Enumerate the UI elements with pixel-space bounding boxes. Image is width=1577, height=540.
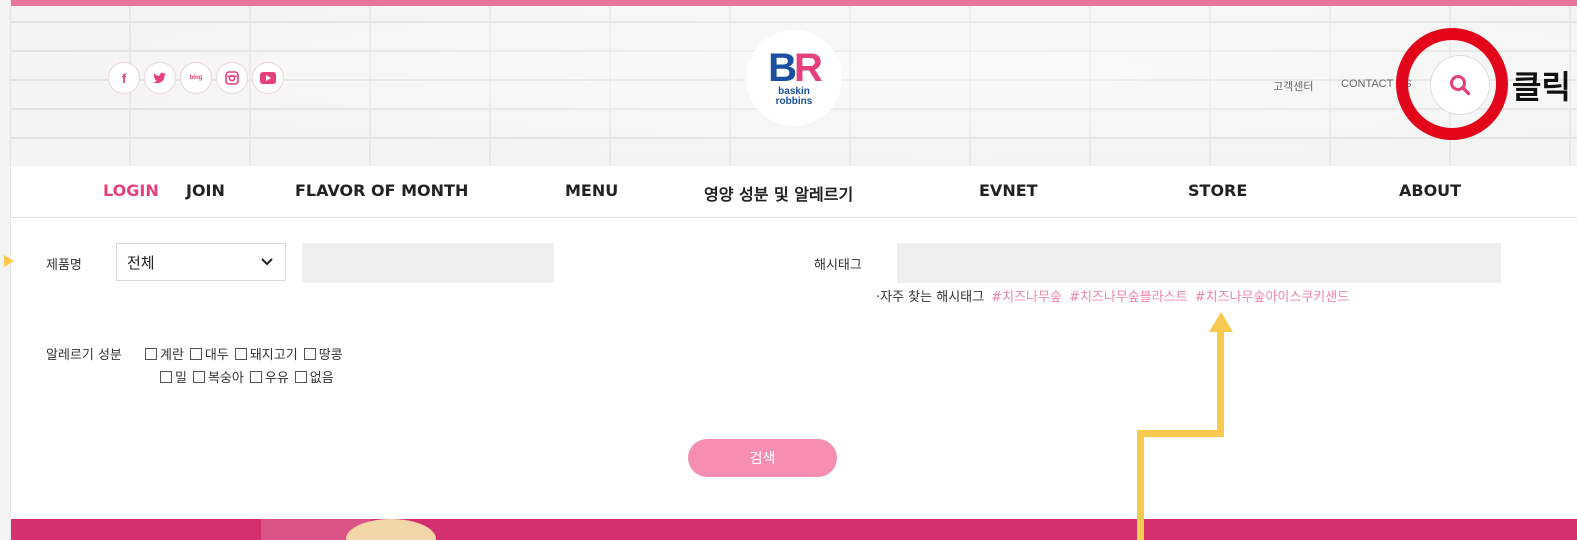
product-search-form: 제품명 전체 해시태그 ·자주 찾는 해시태그 #치즈나무숲 #치즈나무숲블라스…	[11, 218, 1577, 519]
hashtag-label: 해시태그	[814, 258, 862, 273]
twitter-icon[interactable]	[144, 62, 176, 94]
checkbox-label: 돼지고기	[249, 348, 298, 363]
youtube-icon[interactable]	[252, 62, 284, 94]
checkbox-label: 대두	[204, 348, 229, 363]
nav-nutrition-allergy[interactable]: 영양 성분 및 알레르기	[704, 181, 853, 205]
left-edge-panel	[0, 0, 11, 540]
allergy-label: 알레르기 성분	[46, 348, 122, 363]
highlight-circle-annotation	[1396, 28, 1508, 140]
arrow-annotation-line	[1137, 430, 1224, 437]
left-arrow-annotation	[4, 255, 14, 267]
instagram-camera-icon	[225, 71, 239, 85]
join-link[interactable]: JOIN	[186, 181, 225, 200]
checkbox-label: 땅콩	[318, 348, 343, 363]
checkbox-soybean[interactable]	[189, 347, 202, 360]
click-annotation-label: 클릭	[1512, 68, 1571, 106]
allergy-checkbox-row-1: 계란 대두 돼지고기 땅콩	[139, 344, 343, 363]
hashtag-link[interactable]: #치즈나무숲아이스쿠키샌드	[1195, 290, 1349, 305]
product-name-label: 제품명	[46, 258, 82, 273]
search-submit-button[interactable]: 검색	[688, 439, 837, 477]
checkbox-wheat[interactable]	[160, 370, 172, 383]
youtube-play-icon	[260, 72, 276, 84]
checkbox-pork[interactable]	[234, 347, 247, 360]
social-links: f blog	[108, 62, 284, 94]
twitter-bird-icon	[153, 72, 166, 84]
nav-event[interactable]: EVNET	[979, 181, 1038, 200]
checkbox-label: 밀	[175, 371, 187, 386]
baskin-robbins-logo[interactable]: BR baskin robbins	[746, 30, 842, 126]
checkbox-label: 계란	[160, 348, 184, 363]
customer-center-link[interactable]: 고객센터	[1273, 78, 1313, 94]
product-category-select[interactable]: 전체	[116, 243, 286, 281]
hashtag-input[interactable]	[897, 243, 1501, 283]
site-header: f blog BR baskin robbins 고객센터 CONTACT US	[11, 6, 1577, 166]
logo-mark: BR	[768, 46, 823, 90]
login-link[interactable]: LOGIN	[103, 181, 159, 200]
hashtag-link[interactable]: #치즈나무숲블라스트	[1069, 290, 1188, 305]
nav-flavor-of-month[interactable]: FLAVOR OF MONTH	[295, 181, 468, 200]
arrow-annotation-head	[1209, 312, 1233, 332]
checkbox-peach[interactable]	[192, 370, 205, 383]
chevron-down-icon	[261, 258, 273, 266]
checkbox-none[interactable]	[294, 370, 307, 383]
nav-store[interactable]: STORE	[1188, 181, 1247, 200]
arrow-annotation-line	[1137, 430, 1144, 540]
checkbox-label: 복숭아	[207, 371, 244, 386]
frequent-hashtags-label: ·자주 찾는 해시태그	[876, 290, 985, 305]
main-nav: LOGIN JOIN FLAVOR OF MONTH MENU 영양 성분 및 …	[11, 166, 1577, 218]
allergy-checkbox-row-2: 밀 복숭아 우유 없음	[154, 367, 334, 386]
logo-wordmark-bottom: robbins	[775, 96, 813, 107]
product-name-input[interactable]	[302, 243, 554, 283]
facebook-icon[interactable]: f	[108, 62, 140, 94]
checkbox-peanut[interactable]	[303, 347, 316, 360]
frequent-hashtags: ·자주 찾는 해시태그 #치즈나무숲 #치즈나무숲블라스트 #치즈나무숲아이스쿠…	[876, 286, 1349, 305]
nav-about[interactable]: ABOUT	[1399, 181, 1461, 200]
checkbox-label: 우유	[264, 371, 289, 386]
checkbox-egg[interactable]	[145, 347, 157, 360]
arrow-annotation-line	[1217, 330, 1224, 437]
checkbox-milk[interactable]	[249, 370, 262, 383]
promo-banner	[11, 519, 1577, 540]
instagram-icon[interactable]	[216, 62, 248, 94]
nav-menu[interactable]: MENU	[565, 181, 618, 200]
blog-icon[interactable]: blog	[180, 62, 212, 94]
product-select-value: 전체	[127, 253, 155, 272]
hashtag-link[interactable]: #치즈나무숲	[991, 290, 1062, 305]
checkbox-label: 없음	[309, 371, 334, 386]
